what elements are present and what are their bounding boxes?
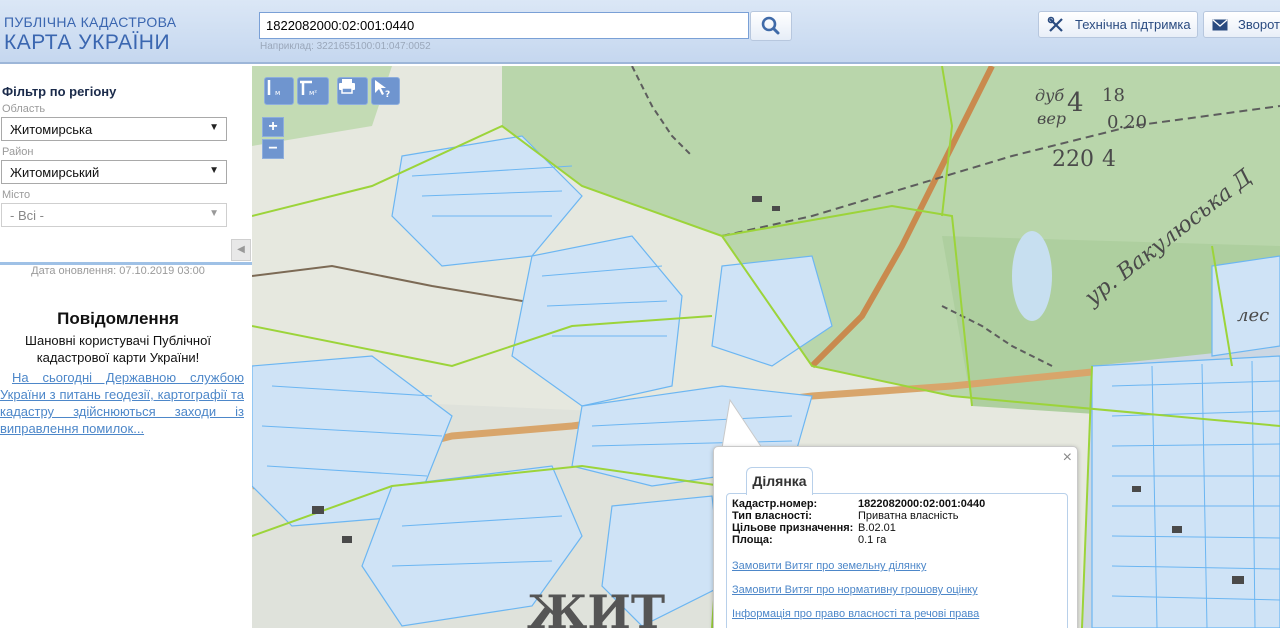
site-logo[interactable]: ПУБЛІЧНА КАДАСТРОВА КАРТА УКРАЇНИ <box>4 14 176 55</box>
svg-text:м²: м² <box>309 89 317 97</box>
map-label: 0.20 <box>1107 112 1147 133</box>
cursor-help-icon: ? <box>375 80 390 98</box>
sidebar: Фільтр по регіону Область Житомирська ▼ … <box>0 66 252 628</box>
tab-parcel[interactable]: Ділянка <box>746 467 813 495</box>
feedback-label: Зворот <box>1238 17 1280 32</box>
cadastral-map[interactable]: дуб 4 18 0.20 вер 220 4 ур. Вакулюська Д… <box>252 66 1280 628</box>
printer-icon <box>339 79 355 94</box>
oblast-value: Житомирська <box>10 122 93 137</box>
map-label: 220 <box>1052 147 1094 172</box>
raion-value: Житомирський <box>10 165 100 180</box>
message-title: Повідомлення <box>57 309 179 328</box>
oblast-select[interactable]: Житомирська ▼ <box>1 117 227 141</box>
raion-select[interactable]: Житомирський ▼ <box>1 160 227 184</box>
area-ruler-icon: м² <box>300 80 317 97</box>
close-icon[interactable]: × <box>1063 449 1072 467</box>
map-label: 18 <box>1102 85 1125 106</box>
map-label: лес <box>1237 305 1269 326</box>
logo-line2: КАРТА УКРАЇНИ <box>4 31 171 54</box>
map-label: дуб <box>1035 86 1064 105</box>
print-button[interactable] <box>337 77 368 105</box>
chevron-left-icon: ◀ <box>237 244 245 255</box>
ruler-icon: м <box>267 80 280 97</box>
oblast-label: Область <box>2 103 46 115</box>
search-button[interactable] <box>750 11 792 41</box>
ruler-area-button[interactable]: м² <box>297 77 329 105</box>
tools-icon <box>1047 16 1065 34</box>
magnifier-icon <box>761 16 780 35</box>
message-link[interactable]: На сьогодні Державною службою України з … <box>0 369 244 437</box>
svg-text:?: ? <box>385 90 390 98</box>
chevron-down-icon: ▼ <box>209 208 219 219</box>
chevron-down-icon: ▼ <box>209 165 219 176</box>
order-valuation-extract-link[interactable]: Замовити Витяг про нормативну грошову оц… <box>732 584 978 596</box>
map-label: 4 <box>1067 88 1084 118</box>
order-parcel-extract-link[interactable]: Замовити Витяг про земельну ділянку <box>732 560 926 572</box>
raion-label: Район <box>2 146 34 158</box>
collapse-sidebar-button[interactable]: ◀ <box>231 239 251 261</box>
header: ПУБЛІЧНА КАДАСТРОВА КАРТА УКРАЇНИ Наприк… <box>0 0 1280 64</box>
support-button[interactable]: Технічна підтримка <box>1038 11 1198 38</box>
message-body: Шановні користувачі Публічної кадастрово… <box>25 333 211 365</box>
ruler-length-button[interactable]: м <box>264 77 294 105</box>
chevron-down-icon: ▼ <box>209 122 219 133</box>
misto-label: Місто <box>2 189 31 201</box>
parcel-popup: × Ділянка Кадастр.номер: 1822082000:02:0… <box>713 446 1078 628</box>
misto-select[interactable]: - Всі - ▼ <box>1 203 227 227</box>
search-hint: Наприклад: 3221655100:01:047:0052 <box>260 41 431 52</box>
filter-title: Фільтр по регіону <box>2 84 117 99</box>
zoom-in-button[interactable]: + <box>262 117 284 137</box>
parcel-info: Кадастр.номер: 1822082000:02:001:0440 Ти… <box>726 493 1068 628</box>
misto-value: - Всі - <box>10 208 44 223</box>
map-label: 4 <box>1102 147 1116 172</box>
identify-button[interactable]: ? <box>371 77 400 105</box>
zoom-out-button[interactable]: − <box>262 139 284 159</box>
support-label: Технічна підтримка <box>1075 17 1191 32</box>
feedback-button[interactable]: Зворот <box>1203 11 1280 38</box>
map-label: вер <box>1037 109 1066 128</box>
map-label: ЖИТ <box>527 585 665 628</box>
cadastral-search-input[interactable] <box>259 12 749 39</box>
ownership-info-link[interactable]: Інформація про право власності та речові… <box>732 608 979 620</box>
update-date: Дата оновлення: 07.10.2019 03:00 <box>31 265 205 277</box>
logo-line1: ПУБЛІЧНА КАДАСТРОВА <box>4 14 177 30</box>
envelope-icon <box>1212 19 1228 31</box>
svg-text:м: м <box>275 89 280 97</box>
